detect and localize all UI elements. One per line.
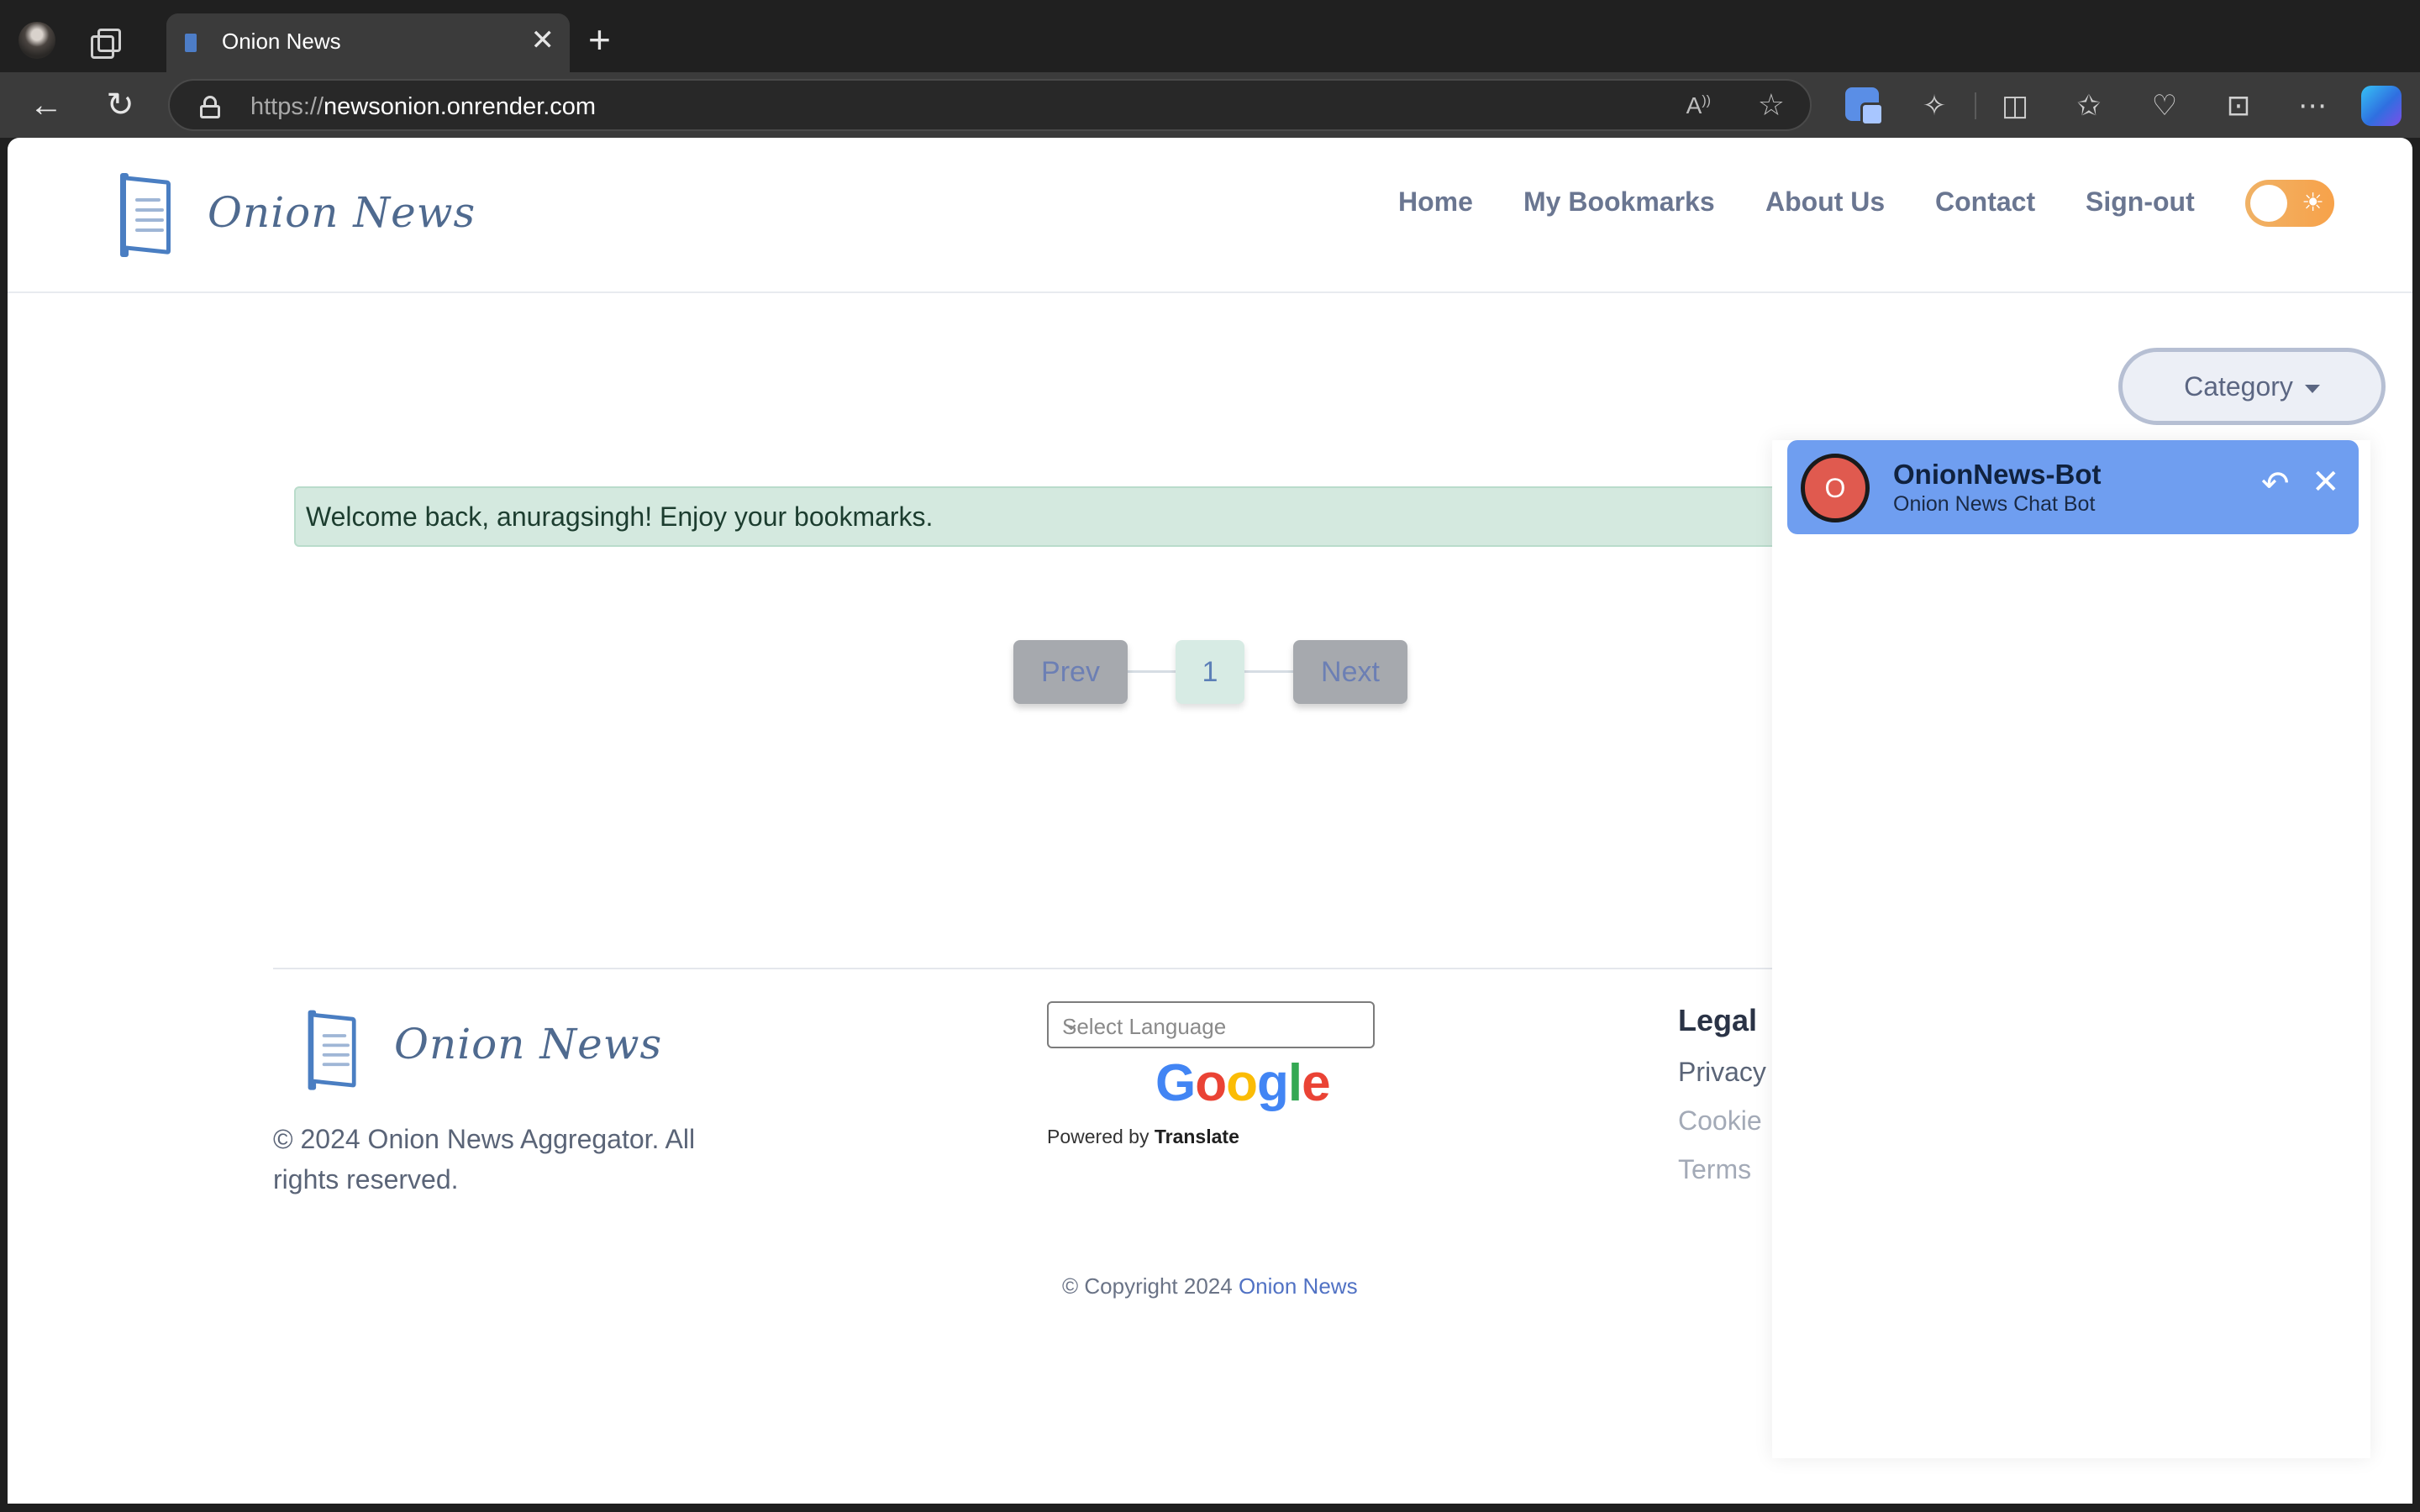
read-aloud-icon[interactable]: A)) (1686, 92, 1711, 119)
theme-toggle[interactable]: ☀ (2245, 180, 2334, 227)
back-icon[interactable]: ← (25, 84, 67, 126)
close-chat-icon[interactable]: ✕ (2312, 464, 2340, 501)
lock-icon[interactable] (200, 96, 220, 118)
page-number-button[interactable]: 1 (1176, 640, 1244, 704)
cookie-link[interactable]: Cookie (1678, 1105, 1762, 1137)
copilot-icon[interactable] (2361, 86, 2402, 126)
language-select[interactable]: Select Language ⌄ (1047, 1001, 1375, 1048)
prev-page-button[interactable]: Prev (1013, 640, 1128, 704)
favorite-star-icon[interactable]: ☆ (1758, 87, 1785, 123)
chatbot-header: O OnionNews-Bot Onion News Chat Bot ↶ ✕ (1787, 440, 2359, 534)
translate-link[interactable]: Translate (1155, 1126, 1239, 1147)
privacy-link[interactable]: Privacy (1678, 1057, 1766, 1088)
split-screen-icon[interactable]: ◫ (1996, 87, 2033, 124)
welcome-message: Welcome back, anuragsingh! Enjoy your bo… (306, 501, 934, 532)
favorites-icon[interactable]: ✩ (2070, 87, 2107, 124)
terms-link[interactable]: Terms (1678, 1154, 1751, 1185)
site-logo-text[interactable]: Onion News (208, 188, 476, 237)
nav-bookmarks-link[interactable]: My Bookmarks (1523, 186, 1715, 218)
nav-contact-link[interactable]: Contact (1935, 186, 2035, 218)
toggle-knob (2250, 185, 2287, 222)
footer-logo-book-icon (308, 1010, 360, 1094)
browser-tab[interactable]: Onion News ✕ (166, 13, 570, 72)
toolbar-divider (1975, 92, 1976, 119)
url-text[interactable]: https://newsonion.onrender.com (250, 93, 596, 121)
browser-essentials-icon[interactable]: ♡ (2146, 87, 2183, 124)
reset-chat-icon[interactable]: ↶ (2261, 465, 2290, 502)
chevron-down-icon: ⌄ (1062, 1010, 1081, 1035)
extension-badge-icon[interactable] (1845, 87, 1884, 126)
page-viewport: Onion News Home My Bookmarks About Us Co… (8, 138, 2412, 1504)
close-tab-icon[interactable]: ✕ (531, 25, 555, 55)
next-page-button[interactable]: Next (1293, 640, 1407, 704)
nav-about-link[interactable]: About Us (1765, 186, 1885, 218)
google-logo: Google (1155, 1054, 1331, 1112)
site-header: Onion News Home My Bookmarks About Us Co… (8, 138, 2412, 293)
extensions-icon[interactable]: ✧ (1916, 87, 1953, 124)
tab-actions-icon[interactable] (87, 25, 121, 59)
powered-by-text: Powered by Translate (1047, 1126, 1239, 1147)
footer-logo-text: Onion News (394, 1020, 663, 1068)
footer-copyright-text: © 2024 Onion News Aggregator. All rights… (273, 1124, 696, 1194)
copyright-brand-link[interactable]: Onion News (1239, 1273, 1358, 1299)
legal-heading: Legal (1678, 1003, 1758, 1037)
refresh-icon[interactable]: ↻ (99, 84, 141, 126)
tab-title: Onion News (222, 29, 341, 54)
profile-avatar[interactable] (18, 22, 55, 59)
browser-tab-bar: Onion News ✕ + (0, 0, 2420, 72)
caret-down-icon (2304, 384, 2320, 393)
welcome-alert: Welcome back, anuragsingh! Enjoy your bo… (294, 486, 1975, 547)
sun-icon: ☀ (2302, 189, 2324, 217)
footer-divider (273, 968, 1870, 969)
chatbot-title: OnionNews-Bot (1893, 459, 2102, 490)
more-options-icon[interactable]: ⋯ (2294, 87, 2331, 124)
chatbot-subtitle: Onion News Chat Bot (1893, 492, 2096, 516)
chatbot-avatar: O (1801, 454, 1870, 522)
copyright-line: © Copyright 2024 Onion News (1062, 1273, 1358, 1299)
address-bar[interactable]: https://newsonion.onrender.com A)) ☆ (168, 79, 1812, 131)
new-tab-icon[interactable]: + (588, 18, 611, 60)
category-label: Category (2184, 371, 2293, 402)
nav-signout-link[interactable]: Sign-out (2086, 186, 2195, 218)
favicon-icon (185, 34, 197, 52)
chatbot-panel: O OnionNews-Bot Onion News Chat Bot ↶ ✕ (1772, 440, 2370, 1458)
browser-toolbar: ← ↻ https://newsonion.onrender.com A)) ☆… (0, 72, 2420, 138)
category-dropdown-button[interactable]: Category (2118, 348, 2386, 425)
nav-home-link[interactable]: Home (1398, 186, 1473, 218)
screenshot-icon[interactable]: ⊡ (2220, 87, 2257, 124)
logo-book-icon[interactable] (120, 173, 174, 260)
